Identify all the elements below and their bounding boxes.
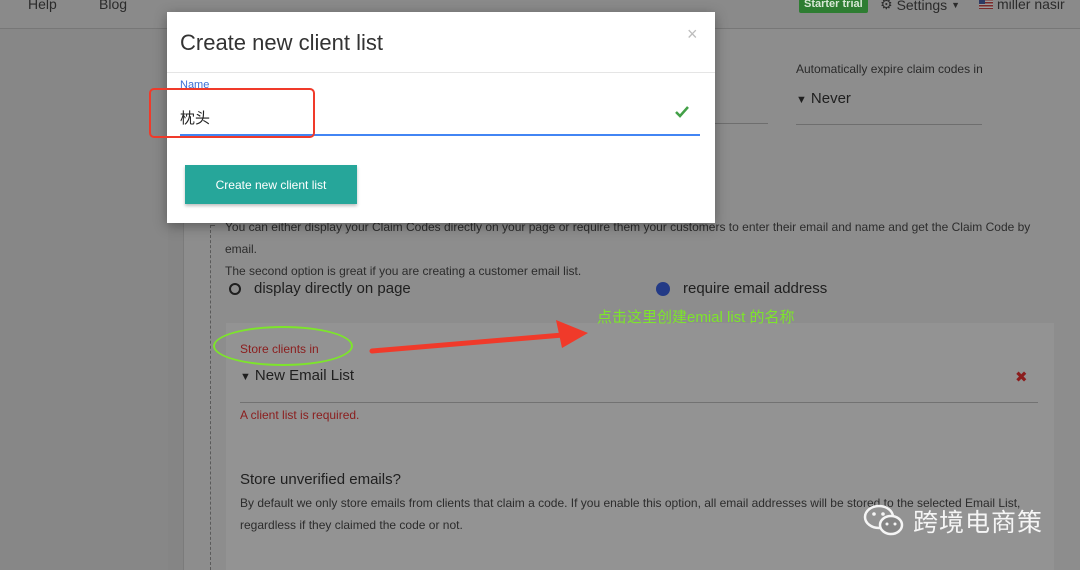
create-client-list-button[interactable]: Create new client list [185,165,357,204]
annotation-ellipse [213,326,353,366]
user-name: miller nasir [997,0,1065,12]
close-icon[interactable]: × [687,24,698,45]
checkmark-icon [675,106,689,118]
modal-divider [167,72,715,73]
watermark-text: 跨境电商策 [913,509,1044,537]
expire-value: Never [810,90,851,107]
section-divider-top [210,225,215,226]
clear-selection-icon[interactable]: ✖ [1015,368,1028,386]
dropdown-triangle-icon: ▼ [240,371,251,383]
wechat-icon [863,504,904,536]
field-underline [714,123,768,124]
annotation-note: 点击这里创建emial list 的名称 [597,309,795,326]
watermark: 跨境电商策 [863,503,1043,539]
starter-trial-badge[interactable]: Starter trial [799,0,868,13]
client-list-select[interactable]: ▼ New Email List [240,367,1038,403]
radio-checked-icon [656,281,670,296]
annotation-arrow-icon [369,320,588,354]
us-flag-icon [979,0,993,9]
description-line: The second option is great if you are cr… [225,264,582,278]
user-menu[interactable]: miller nasir [979,0,1065,12]
radio-require-email[interactable]: require email address [656,280,827,297]
expire-label: Automatically expire claim codes in [796,62,983,76]
nav-help-link[interactable]: Help [28,0,57,12]
radio-label: display directly on page [254,280,411,297]
annotation-highlight-box [149,88,315,138]
expire-select[interactable]: ▼ Never [796,90,982,125]
radio-label: require email address [683,280,828,297]
page-sidebar [0,29,168,570]
modal-title: Create new client list [180,30,383,55]
settings-menu[interactable]: ⚙ Settings ▼ [880,0,960,13]
settings-label: Settings [896,0,948,13]
section-divider [210,225,211,570]
gear-icon: ⚙ [880,0,893,12]
client-list-value: New Email List [254,367,355,384]
claim-code-description: You can either display your Claim Codes … [225,216,1055,282]
radio-display-on-page[interactable]: display directly on page [229,280,411,297]
nav-blog-link[interactable]: Blog [99,0,127,12]
radio-unchecked-icon [229,282,241,295]
dropdown-triangle-icon: ▼ [796,94,807,106]
create-client-list-modal: Create new client list × Name Create new… [149,12,715,223]
unverified-emails-title: Store unverified emails? [240,471,401,488]
client-list-error: A client list is required. [240,408,360,422]
caret-down-icon: ▼ [951,0,961,10]
